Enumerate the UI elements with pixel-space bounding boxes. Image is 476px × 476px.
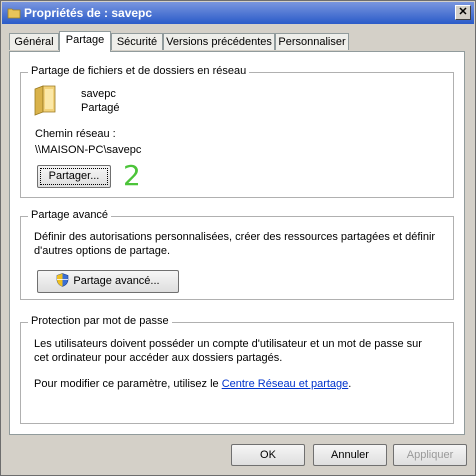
tab-partage[interactable]: Partage — [59, 31, 111, 52]
tab-versions-precedentes[interactable]: Versions précédentes — [163, 33, 275, 50]
network-path-value: \\MAISON-PC\savepc — [35, 144, 142, 156]
shared-folder-icon — [34, 85, 56, 116]
tab-general[interactable]: Général — [9, 33, 59, 50]
advanced-sharing-button-label: Partage avancé... — [73, 275, 160, 287]
annotation-number: 2 — [123, 159, 141, 192]
password-protection-group: Protection par mot de passe Les utilisat… — [20, 315, 454, 424]
apply-button[interactable]: Appliquer — [393, 444, 467, 466]
network-center-link[interactable]: Centre Réseau et partage — [222, 378, 349, 390]
ok-button[interactable]: OK — [231, 444, 305, 466]
password-protection-title: Protection par mot de passe — [28, 315, 172, 327]
advanced-sharing-desc-1: Définir des autorisations personnalisées… — [34, 231, 436, 243]
network-sharing-title: Partage de fichiers et de dossiers en ré… — [28, 65, 250, 77]
folder-icon — [7, 8, 21, 19]
window-title: Propriétés de : savepc — [24, 6, 153, 20]
tab-securite[interactable]: Sécurité — [111, 33, 163, 50]
tab-personnaliser[interactable]: Personnaliser — [275, 33, 349, 50]
change-setting-text: Pour modifier ce paramètre, utilisez le … — [34, 378, 351, 390]
shield-icon — [57, 273, 69, 287]
close-button[interactable]: ✕ — [455, 5, 471, 20]
properties-window: Propriétés de : savepc ✕ Général Partage… — [0, 0, 476, 476]
network-sharing-group: Partage de fichiers et de dossiers en ré… — [20, 65, 454, 198]
tab-panel: Partage de fichiers et de dossiers en ré… — [9, 51, 465, 435]
advanced-sharing-desc-2: d'autres options de partage. — [34, 245, 171, 257]
change-setting-suffix: . — [348, 378, 352, 390]
title-bar[interactable]: Propriétés de : savepc ✕ — [2, 2, 474, 24]
advanced-sharing-button[interactable]: Partage avancé... — [37, 270, 179, 293]
network-path-label: Chemin réseau : — [35, 128, 116, 140]
cancel-button[interactable]: Annuler — [313, 444, 387, 466]
advanced-sharing-group: Partage avancé Définir des autorisations… — [20, 209, 454, 300]
password-desc-1: Les utilisateurs doivent posséder un com… — [34, 338, 422, 350]
advanced-sharing-title: Partage avancé — [28, 209, 112, 221]
change-setting-prefix: Pour modifier ce paramètre, utilisez le — [34, 378, 222, 390]
folder-status: Partagé — [81, 102, 120, 114]
password-desc-2: cet ordinateur pour accéder aux dossiers… — [34, 352, 283, 364]
folder-name: savepc — [81, 88, 116, 100]
share-button[interactable]: Partager... — [37, 165, 111, 188]
